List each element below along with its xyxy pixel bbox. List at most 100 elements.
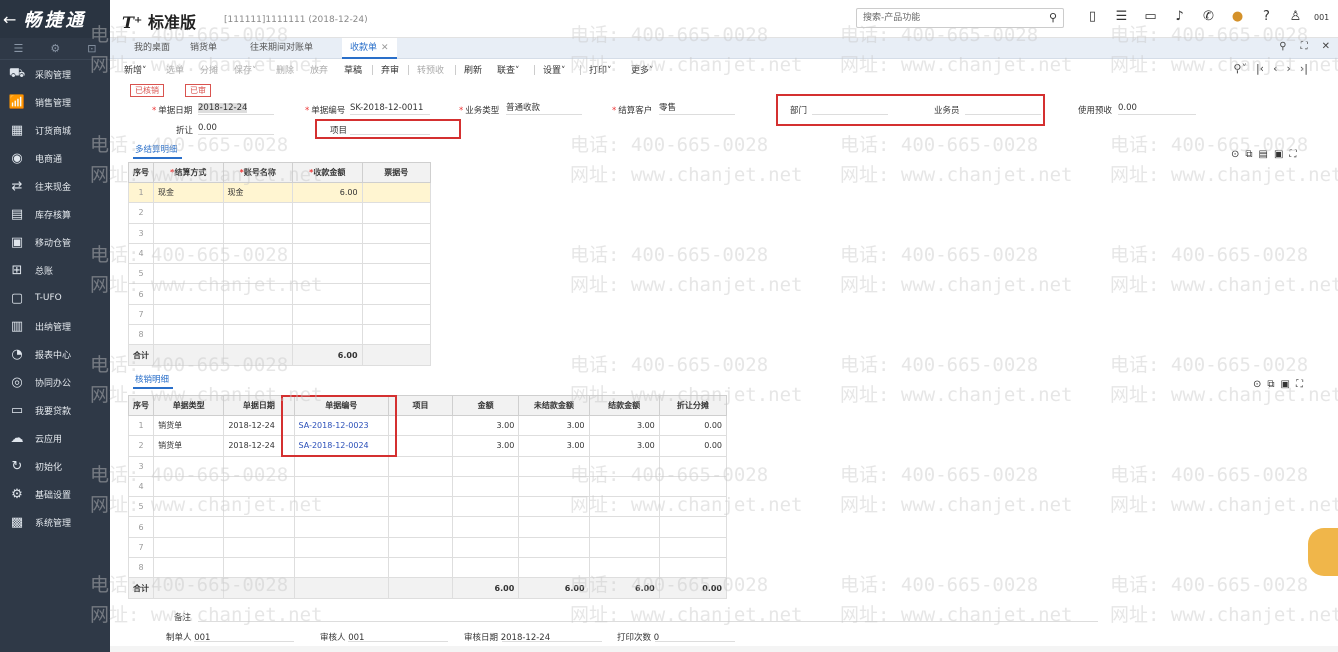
table-cell[interactable] bbox=[518, 536, 590, 559]
table-cell[interactable] bbox=[223, 496, 295, 518]
table-cell[interactable] bbox=[387, 414, 454, 437]
back-arrow-icon[interactable]: ← bbox=[3, 10, 19, 29]
search-input[interactable]: 搜索-产品功能 ⚲ bbox=[856, 8, 1064, 28]
table-cell[interactable] bbox=[361, 202, 432, 224]
sidebar-item-0[interactable]: ⛟ 采购管理 bbox=[0, 60, 110, 88]
table-row[interactable]: 5 bbox=[127, 496, 728, 518]
table-cell[interactable] bbox=[361, 181, 432, 204]
doc-code-link[interactable]: SA-2018-12-0023 bbox=[293, 414, 389, 437]
print-button[interactable]: 打印˅ bbox=[589, 63, 612, 76]
more-button[interactable]: 更多˅ bbox=[631, 63, 654, 76]
table-cell[interactable] bbox=[222, 283, 293, 305]
table-cell[interactable] bbox=[387, 496, 454, 518]
delete-button[interactable]: 删除 bbox=[276, 63, 294, 76]
remark-field[interactable] bbox=[198, 609, 1098, 622]
table-cell[interactable] bbox=[361, 283, 432, 305]
table-cell[interactable] bbox=[153, 263, 224, 285]
table-cell[interactable] bbox=[387, 455, 454, 477]
user-icon[interactable]: ♙ bbox=[1281, 9, 1310, 27]
sidebar-item-15[interactable]: ⚙ 基础设置 bbox=[0, 480, 110, 508]
table-cell[interactable] bbox=[223, 516, 295, 538]
table-cell[interactable]: 6 bbox=[128, 283, 154, 305]
settings-button[interactable]: 设置˅ bbox=[543, 63, 566, 76]
doc-code-link[interactable] bbox=[293, 496, 389, 518]
save-layout-icon[interactable]: ▣ bbox=[1281, 379, 1290, 390]
refresh-button[interactable]: 刷新 bbox=[464, 63, 482, 76]
allocate-button[interactable]: 分摊 bbox=[200, 63, 218, 76]
table-cell[interactable]: 5 bbox=[128, 263, 154, 285]
sidebar-item-5[interactable]: ▤ 库存核算 bbox=[0, 200, 110, 228]
biztype-field[interactable]: 普通收款 bbox=[506, 102, 582, 115]
table-cell[interactable]: 2 bbox=[127, 435, 155, 457]
table-cell[interactable] bbox=[658, 475, 728, 498]
table-cell[interactable] bbox=[361, 222, 432, 244]
tab-desktop[interactable]: 我的桌面 bbox=[134, 38, 170, 59]
table-cell[interactable]: 3.00 bbox=[588, 414, 660, 437]
fullscreen-icon[interactable]: ⛶ bbox=[1289, 149, 1296, 160]
sidebar-item-10[interactable]: ◔ 报表中心 bbox=[0, 340, 110, 368]
table-cell[interactable]: 8 bbox=[128, 324, 154, 346]
prepay-field[interactable]: 0.00 bbox=[1118, 102, 1196, 115]
table-row[interactable]: 7 bbox=[127, 536, 728, 559]
table-cell[interactable]: 0.00 bbox=[658, 414, 728, 437]
table-cell[interactable] bbox=[361, 263, 432, 285]
table-cell[interactable] bbox=[588, 475, 660, 498]
table-cell[interactable] bbox=[452, 557, 520, 579]
table-cell[interactable]: 3.00 bbox=[452, 414, 520, 437]
table-cell[interactable] bbox=[292, 202, 363, 224]
table-cell[interactable] bbox=[153, 536, 225, 559]
sidebar-item-11[interactable]: ◎ 协同办公 bbox=[0, 368, 110, 396]
table-row[interactable]: 2 bbox=[128, 202, 432, 224]
close-icon[interactable]: ✕ bbox=[1322, 41, 1330, 52]
table-cell[interactable] bbox=[153, 202, 224, 224]
first-record-icon[interactable]: |‹ bbox=[1256, 62, 1264, 75]
project-field[interactable] bbox=[350, 122, 430, 135]
table-cell[interactable] bbox=[387, 536, 454, 559]
table-row[interactable]: 2 销货单 2018-12-24 SA-2018-12-0024 3.00 3.00 3.0… bbox=[127, 435, 728, 457]
prev-record-icon[interactable]: ‹ bbox=[1273, 62, 1277, 75]
table-row[interactable]: 4 bbox=[127, 475, 728, 498]
table-cell[interactable]: 现金 bbox=[153, 181, 224, 204]
table-cell[interactable] bbox=[361, 303, 432, 326]
save-button[interactable]: 保存˅ bbox=[234, 63, 257, 76]
calculator-icon[interactable]: ▯ bbox=[1078, 9, 1107, 27]
close-tab-icon[interactable]: ✕ bbox=[381, 43, 389, 53]
search-icon[interactable]: ⚲ bbox=[1279, 41, 1286, 52]
table-cell[interactable] bbox=[222, 263, 293, 285]
draft-button[interactable]: 草稿 bbox=[344, 63, 362, 76]
locate-icon[interactable]: ⊙ bbox=[1253, 379, 1261, 390]
sidebar-item-6[interactable]: ▣ 移动仓管 bbox=[0, 228, 110, 256]
table-cell[interactable] bbox=[452, 516, 520, 538]
table-cell[interactable]: 7 bbox=[128, 303, 154, 326]
table-cell[interactable] bbox=[588, 516, 660, 538]
table-cell[interactable] bbox=[222, 202, 293, 224]
task-list-icon[interactable]: ☰ bbox=[1107, 9, 1136, 27]
assistant-icon[interactable]: ● bbox=[1223, 9, 1252, 27]
tab-reconciliation[interactable]: 往来期间对账单 bbox=[250, 38, 313, 59]
table-cell[interactable] bbox=[518, 516, 590, 538]
doc-code-link[interactable]: SA-2018-12-0024 bbox=[293, 435, 389, 457]
table-cell[interactable] bbox=[153, 283, 224, 305]
table-cell[interactable] bbox=[292, 283, 363, 305]
doc-code-link[interactable] bbox=[293, 455, 389, 477]
table-cell[interactable] bbox=[588, 455, 660, 477]
table-cell[interactable] bbox=[658, 557, 728, 579]
table-row[interactable]: 1 现金 现金 6.00 bbox=[128, 181, 432, 204]
table-row[interactable]: 4 bbox=[128, 242, 432, 265]
code-field[interactable]: SK-2018-12-0011 bbox=[350, 102, 430, 115]
table-cell[interactable]: 3.00 bbox=[518, 435, 590, 457]
maximize-icon[interactable]: ⛶ bbox=[1301, 41, 1308, 52]
save-layout-icon[interactable]: ▣ bbox=[1274, 149, 1283, 160]
table-cell[interactable] bbox=[292, 242, 363, 265]
table-cell[interactable] bbox=[387, 516, 454, 538]
tab-sales-invoice[interactable]: 销货单 bbox=[190, 38, 217, 59]
table-row[interactable]: 3 bbox=[128, 222, 432, 244]
table-cell[interactable] bbox=[387, 557, 454, 579]
table-cell[interactable] bbox=[588, 496, 660, 518]
sidebar-item-9[interactable]: ▥ 出纳管理 bbox=[0, 312, 110, 340]
table-cell[interactable] bbox=[223, 557, 295, 579]
table-cell[interactable] bbox=[153, 303, 224, 326]
table-cell[interactable]: 2018-12-24 bbox=[223, 435, 295, 457]
table-cell[interactable]: 3 bbox=[127, 455, 155, 477]
table-cell[interactable] bbox=[153, 222, 224, 244]
